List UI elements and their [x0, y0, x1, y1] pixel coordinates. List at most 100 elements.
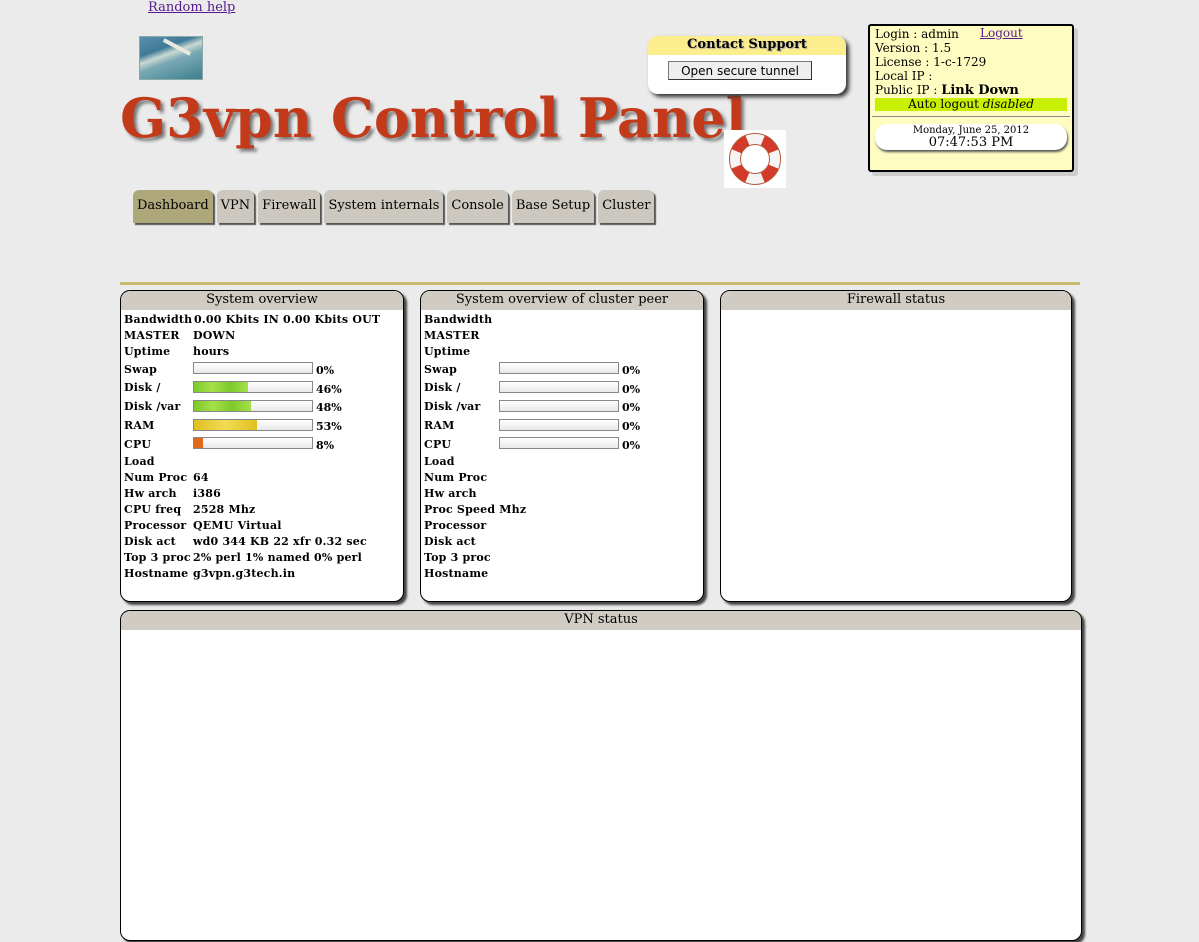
cp-top3-label: Top 3 proc	[424, 551, 491, 564]
so-load-label: Load	[124, 455, 155, 468]
cp-disk-var-label: Disk /var	[424, 400, 481, 413]
cluster-peer-panel: System overview of cluster peer Bandwidt…	[420, 290, 704, 602]
lifebuoy-icon[interactable]	[724, 130, 786, 188]
cp-diskact-label: Disk act	[424, 535, 476, 548]
firewall-status-panel: Firewall status	[720, 290, 1072, 602]
cp-numproc-label: Num Proc	[424, 471, 488, 484]
cp-ram-label: RAM	[424, 419, 455, 432]
cp-procspeed-label: Proc Speed	[424, 503, 496, 516]
so-processor-label: Processor	[124, 519, 187, 532]
so-disk-root-bar	[193, 381, 313, 393]
cp-disk-root-pct: 0%	[622, 383, 641, 396]
cp-load-label: Load	[424, 455, 455, 468]
cp-swap-label: Swap	[424, 363, 458, 376]
so-ram-label: RAM	[124, 419, 155, 432]
public-ip-row: Public IP : Link Down	[875, 83, 1019, 98]
so-cpu-fill	[194, 438, 204, 448]
cp-ram-bar	[499, 419, 619, 431]
tab-dashboard[interactable]: Dashboard	[133, 190, 213, 223]
so-disk-var-pct: 48%	[316, 401, 342, 414]
cp-processor-label: Processor	[424, 519, 487, 532]
tab-system-internals[interactable]: System internals	[324, 190, 444, 223]
so-disk-var-bar	[193, 400, 313, 412]
system-overview-panel: System overview Bandwidth 0.00 Kbits IN 0…	[120, 290, 404, 602]
cp-disk-root-bar	[499, 381, 619, 393]
so-swap-bar	[193, 362, 313, 374]
contact-support-box: Contact Support Open secure tunnel	[648, 36, 846, 94]
cp-cpu-pct: 0%	[622, 439, 641, 452]
so-disk-root-fill	[194, 382, 249, 392]
system-overview-title: System overview	[121, 291, 403, 310]
logo-thumbnail-image	[139, 36, 203, 80]
so-numproc-label: Num Proc	[124, 471, 188, 484]
cp-disk-var-pct: 0%	[622, 401, 641, 414]
so-numproc-value: 64	[193, 471, 209, 484]
random-help-link[interactable]: Random help	[148, 0, 235, 15]
so-uptime-label: Uptime	[124, 345, 171, 358]
auto-logout-value: disabled	[982, 97, 1034, 111]
so-processor-value: QEMU Virtual	[193, 519, 282, 532]
tab-cluster[interactable]: Cluster	[598, 190, 655, 223]
so-diskact-value: wd0 344 KB 22 xfr 0.32 sec	[193, 535, 367, 548]
main-tabs: Dashboard VPN Firewall System internals …	[133, 190, 658, 223]
license-text: License : 1-c-1729	[875, 55, 987, 69]
cp-uptime-label: Uptime	[424, 345, 471, 358]
auto-logout-label: Auto logout	[908, 97, 979, 111]
cp-master-label: MASTER	[424, 329, 480, 342]
tab-base-setup[interactable]: Base Setup	[511, 190, 595, 223]
logout-link[interactable]: Logout	[980, 26, 1023, 40]
tab-vpn[interactable]: VPN	[216, 190, 255, 223]
so-disk-root-pct: 46%	[316, 383, 342, 396]
so-disk-var-fill	[194, 401, 251, 411]
cp-disk-var-bar	[499, 400, 619, 412]
so-cpu-label: CPU	[124, 438, 152, 451]
version-text: Version : 1.5	[875, 41, 952, 55]
cp-cpu-bar	[499, 437, 619, 449]
local-ip-text: Local IP :	[875, 69, 933, 83]
cp-swap-pct: 0%	[622, 364, 641, 377]
cp-cpu-label: CPU	[424, 438, 452, 451]
cp-hostname-label: Hostname	[424, 567, 489, 580]
so-bandwidth-label: Bandwidth	[124, 313, 193, 326]
cp-disk-root-label: Disk /	[424, 381, 461, 394]
info-divider	[872, 116, 1070, 117]
so-hwarch-label: Hw arch	[124, 487, 177, 500]
so-hwarch-value: i386	[193, 487, 221, 500]
so-hostname-value: g3vpn.g3tech.in	[193, 567, 296, 580]
cluster-peer-title: System overview of cluster peer	[421, 291, 703, 310]
so-disk-root-label: Disk /	[124, 381, 161, 394]
so-cpufreq-value: 2528 Mhz	[193, 503, 256, 516]
cp-bandwidth-label: Bandwidth	[424, 313, 493, 326]
so-top3-value: 2% perl 1% named 0% perl	[193, 551, 363, 564]
so-master-label: MASTER	[124, 329, 180, 342]
so-cpu-bar	[193, 437, 313, 449]
public-ip-label: Public IP :	[875, 83, 938, 97]
so-disk-var-label: Disk /var	[124, 400, 181, 413]
tab-firewall[interactable]: Firewall	[258, 190, 321, 223]
login-text: Login : admin	[875, 27, 959, 41]
so-ram-fill	[194, 420, 257, 430]
so-top3-label: Top 3 proc	[124, 551, 191, 564]
header-divider	[120, 282, 1080, 285]
so-diskact-label: Disk act	[124, 535, 176, 548]
open-secure-tunnel-button[interactable]: Open secure tunnel	[668, 61, 812, 80]
so-swap-label: Swap	[124, 363, 158, 376]
so-cpu-pct: 8%	[316, 439, 335, 452]
vpn-status-panel: VPN status	[120, 610, 1082, 941]
vpn-status-title: VPN status	[121, 611, 1081, 630]
page-title: G3vpn Control Panel	[120, 86, 747, 150]
auto-logout-status: Auto logout disabled	[875, 98, 1067, 111]
so-master-value: DOWN	[193, 329, 236, 342]
so-hostname-label: Hostname	[124, 567, 189, 580]
cp-ram-pct: 0%	[622, 420, 641, 433]
firewall-status-title: Firewall status	[721, 291, 1071, 310]
so-ram-pct: 53%	[316, 420, 342, 433]
so-cpufreq-label: CPU freq	[124, 503, 182, 516]
cp-swap-bar	[499, 362, 619, 374]
clock: Monday, June 25, 2012 07:47:53 PM	[875, 124, 1067, 150]
tab-console[interactable]: Console	[447, 190, 508, 223]
so-bandwidth-value: 0.00 Kbits IN 0.00 Kbits OUT	[194, 313, 381, 326]
so-uptime-value: hours	[193, 345, 230, 358]
contact-support-title: Contact Support	[648, 36, 846, 55]
clock-time: 07:47:53 PM	[928, 135, 1014, 150]
